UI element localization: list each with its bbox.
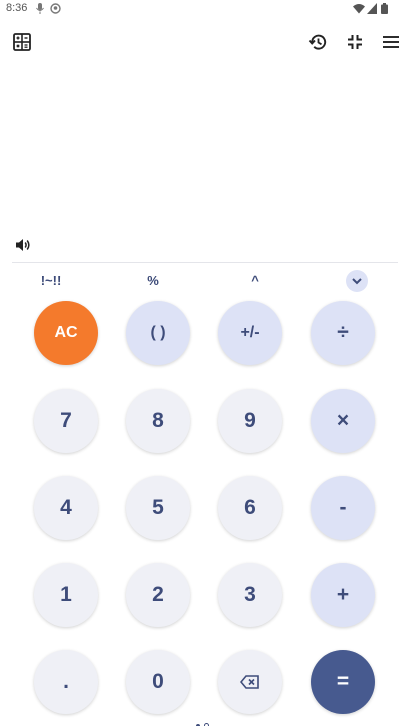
digit-9-button[interactable]: 9 (218, 389, 282, 453)
factorial-button[interactable]: !~!! (31, 273, 71, 288)
digit-5-button[interactable]: 5 (126, 476, 190, 540)
digit-0-button[interactable]: 0 (126, 650, 190, 714)
backspace-icon (240, 675, 259, 689)
collapse-icon[interactable] (345, 32, 365, 52)
speaker-icon[interactable] (14, 236, 32, 254)
parentheses-button[interactable]: ( ) (126, 301, 190, 365)
cell-signal-icon (367, 3, 377, 14)
divide-button[interactable]: ÷ (311, 301, 375, 365)
digit-8-button[interactable]: 8 (126, 389, 190, 453)
digit-6-button[interactable]: 6 (218, 476, 282, 540)
digit-1-button[interactable]: 1 (34, 563, 98, 627)
calculator-grid-icon[interactable] (12, 32, 32, 52)
microphone-icon (36, 3, 44, 14)
digit-4-button[interactable]: 4 (34, 476, 98, 540)
add-button[interactable]: + (311, 563, 375, 627)
battery-icon (381, 3, 388, 14)
calculator-screen: 8:36 !~!! % ^ AC () +/- ÷ 7 8 9 × 4 5 6… (0, 0, 407, 726)
subtract-button[interactable]: - (311, 476, 375, 540)
decimal-point-button[interactable]: . (34, 650, 98, 714)
chevron-down-icon (352, 278, 362, 285)
equals-button[interactable]: = (311, 650, 375, 714)
status-bar: 8:36 (0, 0, 407, 18)
percent-button[interactable]: % (133, 273, 173, 288)
digit-2-button[interactable]: 2 (126, 563, 190, 627)
all-clear-button[interactable]: AC (34, 301, 98, 365)
plus-minus-button[interactable]: +/- (218, 301, 282, 365)
page-indicator (196, 715, 213, 726)
power-button[interactable]: ^ (235, 273, 275, 288)
multiply-button[interactable]: × (311, 389, 375, 453)
history-icon[interactable] (308, 32, 328, 52)
backspace-button[interactable] (218, 650, 282, 714)
expand-scientific-button[interactable] (346, 270, 368, 292)
hamburger-menu-icon[interactable] (381, 32, 401, 52)
display-divider (12, 262, 398, 263)
wifi-icon (353, 4, 365, 14)
app-notification-icon (50, 3, 61, 14)
status-time: 8:36 (6, 2, 28, 14)
digit-3-button[interactable]: 3 (218, 563, 282, 627)
digit-7-button[interactable]: 7 (34, 389, 98, 453)
